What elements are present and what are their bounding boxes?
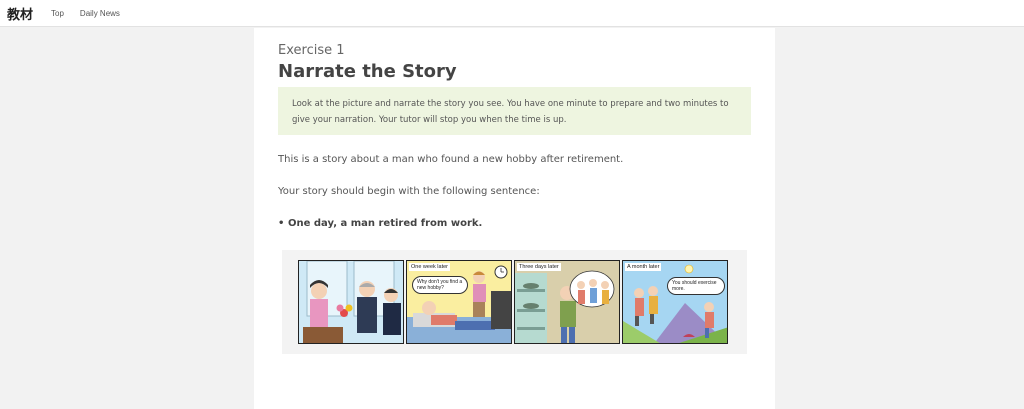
panel-4-caption: A month later bbox=[625, 263, 662, 271]
top-navbar: 教材 Top Daily News bbox=[0, 0, 1024, 27]
first-sentence: One day, a man retired from work. bbox=[278, 218, 482, 229]
home-scene-illustration bbox=[407, 261, 511, 343]
panel-2-caption: One week later bbox=[409, 263, 450, 271]
brand-logo[interactable]: 教材 bbox=[7, 4, 33, 23]
comic-panel-4: A month later You should exercise more. bbox=[622, 260, 728, 344]
page-title: Narrate the Story bbox=[278, 61, 457, 82]
story-intro: This is a story about a man who found a … bbox=[278, 154, 624, 165]
exercise-card: Exercise 1 Narrate the Story Look at the… bbox=[254, 28, 775, 409]
instructions-box: Look at the picture and narrate the stor… bbox=[278, 87, 751, 135]
comic-strip: One week later Why don't you find a new … bbox=[282, 250, 747, 354]
panel-4-speech-bubble: You should exercise more. bbox=[667, 277, 725, 295]
begin-prompt: Your story should begin with the followi… bbox=[278, 186, 540, 197]
panel-2-speech-bubble: Why don't you find a new hobby? bbox=[412, 276, 468, 294]
retirement-scene-illustration bbox=[299, 261, 403, 343]
mountain-hike-illustration bbox=[623, 261, 727, 343]
comic-panel-2: One week later Why don't you find a new … bbox=[406, 260, 512, 344]
hiking-shop-illustration bbox=[515, 261, 619, 343]
nav-top[interactable]: Top bbox=[51, 9, 64, 18]
exercise-number: Exercise 1 bbox=[278, 43, 345, 58]
comic-panel-1 bbox=[298, 260, 404, 344]
panel-3-caption: Three days later bbox=[517, 263, 561, 271]
nav-daily-news[interactable]: Daily News bbox=[80, 9, 120, 18]
comic-panel-3: Three days later bbox=[514, 260, 620, 344]
